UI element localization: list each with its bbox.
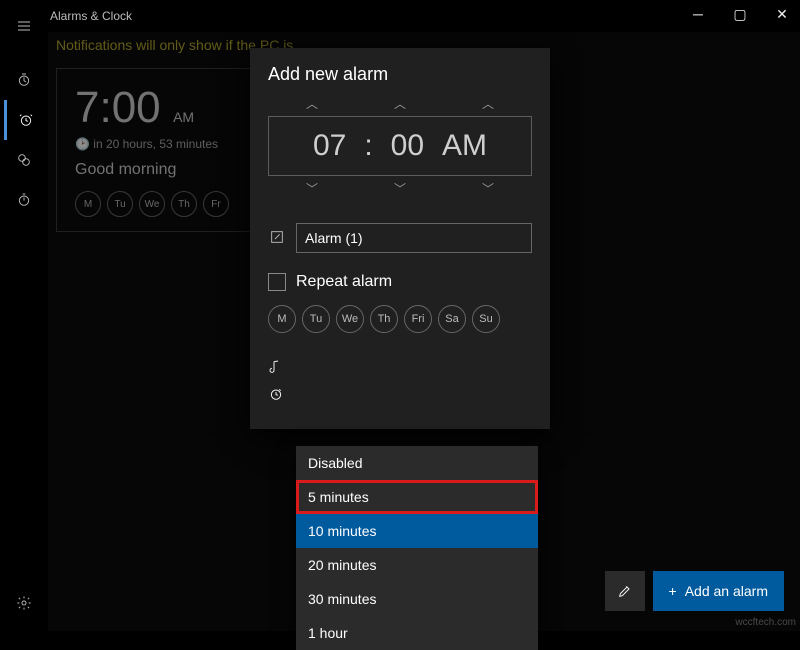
minimize-button[interactable]: ─ (688, 4, 708, 24)
snooze-option[interactable]: Disabled (296, 446, 538, 480)
window-title: Alarms & Clock (50, 9, 132, 23)
add-alarm-dialog: Add new alarm ︿ ︿ ︿ 07 : 00 AM ﹀ ﹀ ﹀ Rep… (250, 48, 550, 429)
settings-icon[interactable] (4, 583, 44, 623)
alarm-until: 🕑 in 20 hours, 53 minutes (75, 137, 277, 151)
day-toggle[interactable]: M (268, 305, 296, 333)
day-pill: Th (171, 191, 197, 217)
hour-value[interactable]: 07 (313, 129, 346, 163)
add-alarm-button[interactable]: + Add an alarm (653, 571, 784, 611)
day-pill: We (139, 191, 165, 217)
snooze-option[interactable]: 10 minutes (296, 514, 538, 548)
hamburger-button[interactable] (4, 6, 44, 46)
alarm-icon[interactable] (4, 100, 44, 140)
add-alarm-label: Add an alarm (685, 583, 768, 599)
timer-icon[interactable] (4, 60, 44, 100)
dialog-title: Add new alarm (268, 64, 532, 85)
day-toggle[interactable]: Sa (438, 305, 466, 333)
snooze-dropdown[interactable]: Disabled5 minutes10 minutes20 minutes30 … (296, 446, 538, 650)
day-pill: Fr (203, 191, 229, 217)
day-toggle[interactable]: We (336, 305, 364, 333)
alarm-greeting: Good morning (75, 161, 277, 179)
hour-down[interactable]: ﹀ (300, 180, 324, 197)
repeat-checkbox[interactable] (268, 273, 286, 291)
hour-up[interactable]: ︿ (300, 95, 324, 112)
nav-rail (0, 0, 48, 631)
snooze-option[interactable]: 1 hour (296, 616, 538, 650)
ampm-down[interactable]: ﹀ (476, 180, 500, 197)
watermark: wccftech.com (735, 617, 796, 628)
world-clock-icon[interactable] (4, 140, 44, 180)
edit-name-icon (268, 229, 286, 248)
alarm-time: 7:00 (75, 83, 161, 133)
edit-button[interactable] (605, 571, 645, 611)
minute-down[interactable]: ﹀ (388, 180, 412, 197)
day-toggle[interactable]: Fri (404, 305, 432, 333)
minute-value[interactable]: 00 (391, 129, 424, 163)
alarm-name-input[interactable] (296, 223, 532, 253)
time-picker[interactable]: 07 : 00 AM (268, 116, 532, 176)
day-pill: Tu (107, 191, 133, 217)
day-toggle[interactable]: Su (472, 305, 500, 333)
sound-icon (268, 359, 284, 380)
repeat-label: Repeat alarm (296, 273, 392, 291)
snooze-option[interactable]: 20 minutes (296, 548, 538, 582)
day-toggle[interactable]: Tu (302, 305, 330, 333)
close-button[interactable]: ✕ (772, 4, 792, 24)
alarm-days: MTuWeThFr (75, 191, 277, 217)
minute-up[interactable]: ︿ (388, 95, 412, 112)
dialog-days: MTuWeThFriSaSu (268, 305, 532, 333)
day-pill: M (75, 191, 101, 217)
time-colon: : (364, 129, 372, 163)
alarm-ampm: AM (173, 109, 194, 125)
pencil-icon (617, 583, 633, 599)
ampm-value[interactable]: AM (442, 129, 487, 163)
snooze-option[interactable]: 5 minutes (296, 480, 538, 514)
ampm-up[interactable]: ︿ (476, 95, 500, 112)
stopwatch-icon[interactable] (4, 180, 44, 220)
bell-icon: 🕑 (75, 137, 93, 151)
snooze-icon (268, 386, 284, 407)
plus-icon: + (669, 583, 677, 599)
maximize-button[interactable]: ▢ (730, 4, 750, 24)
snooze-option[interactable]: 30 minutes (296, 582, 538, 616)
day-toggle[interactable]: Th (370, 305, 398, 333)
